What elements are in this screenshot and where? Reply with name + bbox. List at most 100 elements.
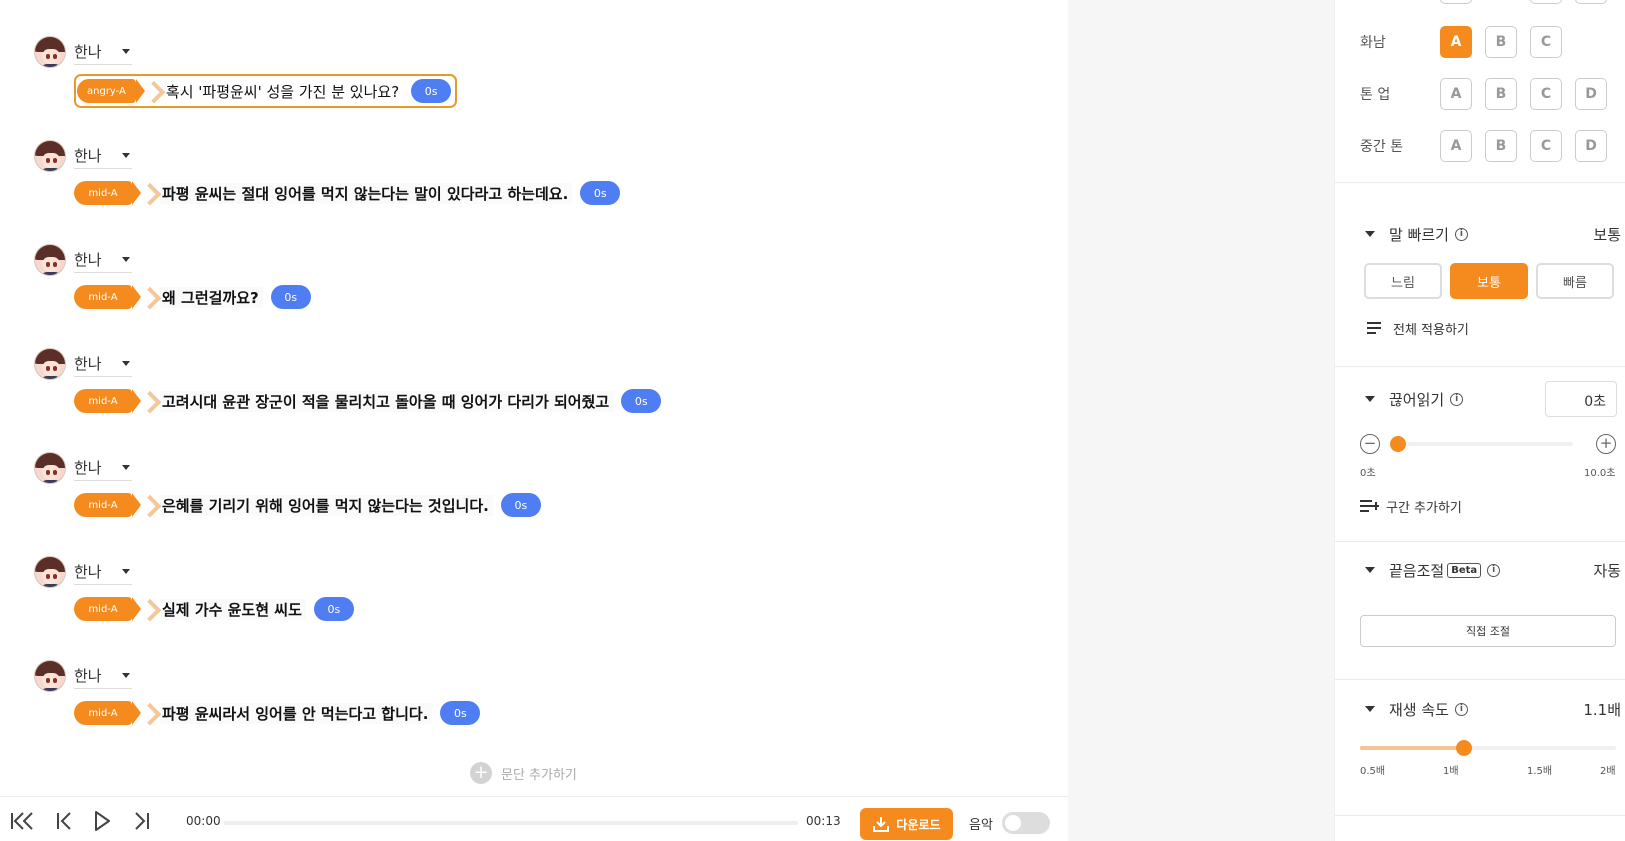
- tone-option[interactable]: [1575, 0, 1607, 4]
- add-section-button[interactable]: 구간 추가하기: [1360, 496, 1462, 516]
- tone-option-b[interactable]: B: [1485, 78, 1517, 110]
- tone-option-d[interactable]: D: [1575, 130, 1607, 162]
- speaker-selector[interactable]: 한나: [34, 242, 132, 278]
- playback-speed-slider[interactable]: [1360, 740, 1616, 756]
- chevron-right-icon: [142, 386, 160, 416]
- emotion-tag[interactable]: angry-A: [77, 79, 145, 103]
- script-paragraph[interactable]: 한나 angry-A 혹시 '파평윤씨' 성을 가진 분 있나요? 0s: [34, 34, 1034, 138]
- collapse-icon: [1365, 231, 1375, 237]
- playback-speed-value: 1.1배: [1583, 700, 1621, 719]
- speaker-selector[interactable]: 한나: [34, 34, 132, 70]
- speaker-dropdown[interactable]: 한나: [74, 559, 132, 585]
- duration-badge[interactable]: 0s: [621, 389, 662, 413]
- apply-all-button[interactable]: 전체 적용하기: [1367, 318, 1469, 338]
- sentence-line[interactable]: angry-A 혹시 '파평윤씨' 성을 가진 분 있나요? 0s: [74, 74, 458, 108]
- emotion-tag[interactable]: mid-A: [74, 701, 141, 725]
- sentence-line[interactable]: mid-A 은혜를 기리기 위해 잉어를 먹지 않는다는 것입니다. 0s: [74, 490, 541, 520]
- script-paragraph[interactable]: 한나 mid-A 실제 가수 윤도현 씨도 0s: [34, 554, 1034, 658]
- duration-badge[interactable]: 0s: [313, 597, 354, 621]
- tone-option-c[interactable]: C: [1530, 130, 1562, 162]
- skip-to-start-icon[interactable]: [8, 809, 36, 833]
- playback-speed-knob[interactable]: [1456, 740, 1472, 756]
- tone-option-a[interactable]: A: [1440, 26, 1472, 58]
- add-paragraph-button[interactable]: + 문단 추가하기: [470, 762, 577, 784]
- speaker-selector[interactable]: 한나: [34, 658, 132, 694]
- sentence-text[interactable]: 파평 윤씨는 절대 잉어를 먹지 않는다는 말이 있다라고 하는데요.: [160, 182, 573, 204]
- emotion-tag[interactable]: mid-A: [74, 597, 141, 621]
- duration-badge[interactable]: 0s: [580, 181, 621, 205]
- next-icon[interactable]: [128, 809, 156, 833]
- info-icon[interactable]: i: [1454, 702, 1468, 716]
- script-paragraph[interactable]: 한나 mid-A 파평 윤씨라서 잉어를 안 먹는다고 합니다. 0s: [34, 658, 1034, 762]
- pause-slider-knob[interactable]: [1390, 436, 1406, 452]
- pause-input[interactable]: 0초: [1545, 381, 1617, 417]
- speaker-selector[interactable]: 한나: [34, 138, 132, 174]
- tone-option-a[interactable]: A: [1440, 130, 1472, 162]
- minus-circle-icon[interactable]: −: [1360, 434, 1380, 454]
- sentence-text[interactable]: 파평 윤씨라서 잉어를 안 먹는다고 합니다.: [160, 702, 433, 724]
- emotion-tag[interactable]: mid-A: [74, 285, 141, 309]
- sentence-text[interactable]: 왜 그런걸까요?: [160, 286, 263, 308]
- download-button[interactable]: 다운로드: [860, 808, 953, 840]
- pause-slider[interactable]: [1390, 436, 1573, 452]
- sentence-line[interactable]: mid-A 실제 가수 윤도현 씨도 0s: [74, 594, 354, 624]
- script-paragraph[interactable]: 한나 mid-A 고려시대 윤관 장군이 적을 물리치고 돌아올 때 잉어가 다리가…: [34, 346, 1034, 450]
- speech-speed-option[interactable]: 빠름: [1536, 263, 1614, 299]
- chevron-down-icon: [122, 257, 130, 262]
- script-paragraph[interactable]: 한나 mid-A 파평 윤씨는 절대 잉어를 먹지 않는다는 말이 있다라고 하는데…: [34, 138, 1034, 242]
- speaker-dropdown[interactable]: 한나: [74, 663, 132, 689]
- duration-badge[interactable]: 0s: [270, 285, 311, 309]
- emotion-tag[interactable]: mid-A: [74, 389, 141, 413]
- music-toggle[interactable]: [1002, 812, 1050, 834]
- speaker-dropdown[interactable]: 한나: [74, 143, 132, 169]
- speech-speed-option[interactable]: 느림: [1364, 263, 1442, 299]
- sentence-line[interactable]: mid-A 고려시대 윤관 장군이 적을 물리치고 돌아올 때 잉어가 다리가 되…: [74, 386, 662, 416]
- speaker-dropdown[interactable]: 한나: [74, 247, 132, 273]
- speaker-dropdown[interactable]: 한나: [74, 39, 132, 65]
- sentence-line[interactable]: mid-A 파평 윤씨는 절대 잉어를 먹지 않는다는 말이 있다라고 하는데요.…: [74, 178, 621, 208]
- speaker-selector[interactable]: 한나: [34, 450, 132, 486]
- tone-option-c[interactable]: C: [1530, 26, 1562, 58]
- info-icon[interactable]: i: [1454, 227, 1468, 241]
- chevron-right-icon: [142, 282, 160, 312]
- speaker-selector[interactable]: 한나: [34, 346, 132, 382]
- duration-badge[interactable]: 0s: [411, 79, 452, 103]
- speech-speed-option[interactable]: 보통: [1450, 263, 1528, 299]
- tone-option-b[interactable]: B: [1485, 26, 1517, 58]
- avatar: [34, 348, 66, 380]
- sentence-text[interactable]: 은혜를 기리기 위해 잉어를 먹지 않는다는 것입니다.: [160, 494, 493, 516]
- sentence-line[interactable]: mid-A 파평 윤씨라서 잉어를 안 먹는다고 합니다. 0s: [74, 698, 481, 728]
- progress-bar[interactable]: [224, 821, 798, 825]
- tone-option-c[interactable]: C: [1530, 78, 1562, 110]
- emotion-tag[interactable]: mid-A: [74, 493, 141, 517]
- sentence-text[interactable]: 고려시대 윤관 장군이 적을 물리치고 돌아올 때 잉어가 다리가 되어줬고: [160, 390, 614, 412]
- tone-option-a[interactable]: A: [1440, 78, 1472, 110]
- info-icon[interactable]: i: [1487, 563, 1501, 577]
- tone-option-d[interactable]: D: [1575, 78, 1607, 110]
- emotion-tag[interactable]: mid-A: [74, 181, 141, 205]
- speaker-dropdown[interactable]: 한나: [74, 351, 132, 377]
- previous-icon[interactable]: [50, 809, 78, 833]
- script-paragraph[interactable]: 한나 mid-A 왜 그런걸까요? 0s: [34, 242, 1034, 346]
- duration-badge[interactable]: 0s: [500, 493, 541, 517]
- chevron-down-icon: [122, 153, 130, 158]
- speaker-selector[interactable]: 한나: [34, 554, 132, 590]
- sentence-line[interactable]: mid-A 왜 그런걸까요? 0s: [74, 282, 311, 312]
- plus-circle-icon[interactable]: +: [1596, 434, 1616, 454]
- speaker-dropdown[interactable]: 한나: [74, 455, 132, 481]
- tone-option[interactable]: [1440, 0, 1472, 4]
- tone-row: 화남 A B C: [1360, 26, 1575, 58]
- duration-badge[interactable]: 0s: [440, 701, 481, 725]
- script-paragraph[interactable]: 한나 mid-A 은혜를 기리기 위해 잉어를 먹지 않는다는 것입니다. 0s: [34, 450, 1034, 554]
- manual-adjust-button[interactable]: 직접 조절: [1360, 615, 1616, 647]
- pause-header[interactable]: 끊어읽기 i: [1365, 387, 1535, 411]
- sentence-text[interactable]: 혹시 '파평윤씨' 성을 가진 분 있나요?: [164, 81, 403, 102]
- play-icon[interactable]: [88, 809, 116, 833]
- playback-speed-header[interactable]: 재생 속도 i 1.1배: [1365, 697, 1621, 721]
- ending-header[interactable]: 끝음조절 Beta i 자동: [1365, 558, 1621, 582]
- info-icon[interactable]: i: [1450, 392, 1464, 406]
- speech-speed-header[interactable]: 말 빠르기 i 보통: [1365, 222, 1621, 246]
- tone-option-b[interactable]: B: [1485, 130, 1517, 162]
- tone-option[interactable]: [1530, 0, 1562, 4]
- sentence-text[interactable]: 실제 가수 윤도현 씨도: [160, 598, 306, 620]
